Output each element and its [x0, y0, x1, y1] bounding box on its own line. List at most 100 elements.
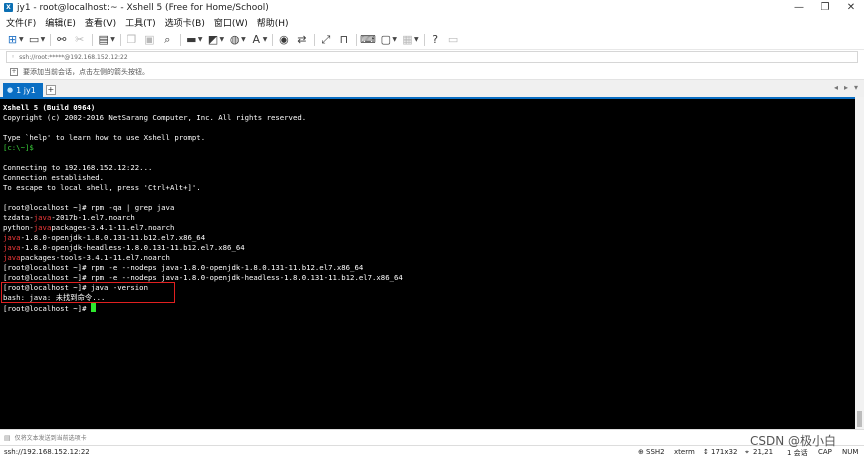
status-terminal-type: xterm: [674, 448, 695, 456]
menu-tab[interactable]: 选项卡(B): [165, 16, 205, 29]
menu-view[interactable]: 查看(V): [85, 16, 116, 29]
chevron-down-icon[interactable]: ▼: [110, 36, 115, 43]
chevron-down-icon[interactable]: ▼: [41, 36, 46, 43]
toolbar-separator: [272, 33, 274, 46]
pkg-suffix: packages-tools-3.4.1-11.el7.noarch: [20, 253, 170, 262]
compose-bar[interactable]: ▤ 仅将文本发送到当前选项卡: [0, 429, 864, 445]
title-bar: X jy1 - root@localhost:~ - Xshell 5 (Fre…: [0, 0, 864, 15]
copy-icon[interactable]: ❐: [125, 33, 138, 46]
grep-match: java: [33, 223, 52, 232]
scrollbar-thumb[interactable]: [857, 411, 862, 427]
terminal-scrollbar[interactable]: [855, 97, 864, 429]
fullscreen-icon[interactable]: ⤢: [319, 33, 332, 46]
menu-help[interactable]: 帮助(H): [257, 16, 289, 29]
terminal-line: python-javapackages-3.4.1-11.el7.noarch: [3, 223, 855, 233]
status-protocol: SSH2: [646, 448, 665, 456]
properties-icon[interactable]: ▤: [97, 33, 110, 46]
menu-bar: 文件(F) 编辑(E) 查看(V) 工具(T) 选项卡(B) 窗口(W) 帮助(…: [0, 15, 864, 30]
grep-match: java: [33, 213, 52, 222]
xshell-app-icon: X: [4, 3, 13, 12]
paste-icon[interactable]: ▣: [143, 33, 156, 46]
tab-navigation: ◂ ▸ ▾: [828, 83, 858, 92]
status-cursor-icon: ⌖: [745, 448, 749, 456]
tab-jy1[interactable]: ● 1 jy1: [3, 83, 43, 97]
terminal-line: Connection established.: [3, 173, 105, 182]
print-icon[interactable]: ▬: [185, 33, 198, 46]
session-link-icon: ◦: [11, 53, 16, 61]
terminal-line: To escape to local shell, press 'Ctrl+Al…: [3, 183, 201, 192]
status-size: 171x32: [711, 448, 738, 456]
chevron-down-icon[interactable]: ▼: [263, 36, 268, 43]
chevron-down-icon[interactable]: ▼: [241, 36, 246, 43]
layout-icon[interactable]: ▦: [401, 33, 414, 46]
close-button[interactable]: ✕: [838, 0, 864, 15]
hint-text: 要添加当前会话，点击左侧的箭头按钮。: [23, 67, 149, 76]
color-scheme-icon[interactable]: ◩: [207, 33, 220, 46]
pkg-suffix: packages-3.4.1-11.el7.noarch: [51, 223, 175, 232]
address-bar[interactable]: ◦ ssh://root:*****@192.168.152.12:22: [6, 51, 858, 63]
terminal-line: javapackages-tools-3.4.1-11.el7.noarch: [3, 253, 855, 263]
compose-text: 仅将文本发送到当前选项卡: [14, 435, 87, 442]
tab-menu-icon[interactable]: ▾: [854, 83, 858, 92]
status-position: 21,21: [753, 448, 774, 456]
tab-bar: ● 1 jy1 + ◂ ▸ ▾: [0, 80, 864, 97]
status-connection: ssh://192.168.152.12:22: [4, 448, 90, 456]
terminal-line: Connecting to 192.168.152.12:22...: [3, 163, 153, 172]
font-icon[interactable]: A: [250, 33, 263, 46]
menu-edit[interactable]: 编辑(E): [45, 16, 76, 29]
bookmark-icon[interactable]: +: [10, 67, 18, 76]
toolbar-separator: [423, 33, 425, 46]
compose-menu-icon[interactable]: ▤: [4, 434, 11, 442]
reconnect-icon[interactable]: ⚯: [55, 33, 68, 46]
find-icon[interactable]: ⌕: [161, 33, 174, 46]
status-protocol-icon: ⊕: [638, 448, 644, 456]
chat-icon[interactable]: ▭: [447, 33, 460, 46]
pkg-prefix: tzdata-: [3, 213, 34, 222]
lock-icon[interactable]: ⊓: [337, 33, 350, 46]
compose-icon[interactable]: ▢: [379, 33, 392, 46]
maximize-button[interactable]: ❐: [812, 0, 838, 15]
status-num: NUM: [842, 448, 859, 456]
transfer-icon[interactable]: ⇄: [295, 33, 308, 46]
menu-window[interactable]: 窗口(W): [214, 16, 248, 29]
open-folder-icon[interactable]: ▭: [28, 33, 41, 46]
terminal-line: Type `help' to learn how to use Xshell p…: [3, 133, 206, 142]
terminal-line: [root@localhost ~]# rpm -qa | grep java: [3, 203, 175, 212]
xftp-icon[interactable]: ◉: [277, 33, 290, 46]
csdn-watermark: CSDN @极小白: [750, 434, 837, 448]
disconnect-icon[interactable]: ✂: [73, 33, 86, 46]
chevron-down-icon[interactable]: ▼: [220, 36, 225, 43]
chevron-down-icon[interactable]: ▼: [19, 36, 24, 43]
terminal-line: tzdata-java-2017b-1.el7.noarch: [3, 213, 855, 223]
terminal-line: [c:\~]$: [3, 143, 34, 152]
tab-next-icon[interactable]: ▸: [844, 83, 848, 92]
help-icon[interactable]: ?: [429, 33, 442, 46]
address-value: ssh://root:*****@192.168.152.12:22: [19, 53, 128, 61]
toolbar-separator: [179, 33, 181, 46]
add-tab-button[interactable]: +: [45, 85, 56, 95]
chevron-down-icon[interactable]: ▼: [392, 36, 397, 43]
status-size-icon: ↕: [703, 448, 709, 456]
toolbar: ⊞ ▼ ▭ ▼ ⚯ ✂ ▤ ▼ ❐ ▣ ⌕ ▬ ▼ ◩ ▼ ◍ ▼ A ▼ ◉ ⇄ ⤢ ⊓ ⌨…: [0, 30, 864, 50]
window-controls: — ❐ ✕: [786, 0, 864, 15]
toolbar-separator: [92, 33, 94, 46]
keyboard-icon[interactable]: ⌨: [360, 33, 376, 46]
chevron-down-icon[interactable]: ▼: [198, 36, 203, 43]
toolbar-separator: [50, 33, 52, 46]
minimize-button[interactable]: —: [786, 0, 812, 15]
tab-prev-icon[interactable]: ◂: [834, 83, 838, 92]
terminal-line: java-1.8.0-openjdk-1.8.0.131-11.b12.el7.…: [3, 233, 855, 243]
terminal-prompt-line: [root@localhost ~]#: [3, 303, 855, 313]
pkg-prefix: python-: [3, 223, 34, 232]
status-bar: ssh://192.168.152.12:22 ⊕ SSH2 xterm ↕ 1…: [0, 445, 864, 459]
terminal-output[interactable]: Xshell 5 (Build 0964) Copyright (c) 2002…: [0, 97, 855, 429]
grep-match: java: [3, 233, 21, 242]
globe-icon[interactable]: ◍: [228, 33, 241, 46]
status-sessions: 1 会话: [787, 449, 808, 457]
terminal-line: java-1.8.0-openjdk-headless-1.8.0.131-11…: [3, 243, 855, 253]
menu-tools[interactable]: 工具(T): [125, 16, 156, 29]
menu-file[interactable]: 文件(F): [6, 16, 36, 29]
new-session-icon[interactable]: ⊞: [6, 33, 19, 46]
chevron-down-icon[interactable]: ▼: [414, 36, 419, 43]
